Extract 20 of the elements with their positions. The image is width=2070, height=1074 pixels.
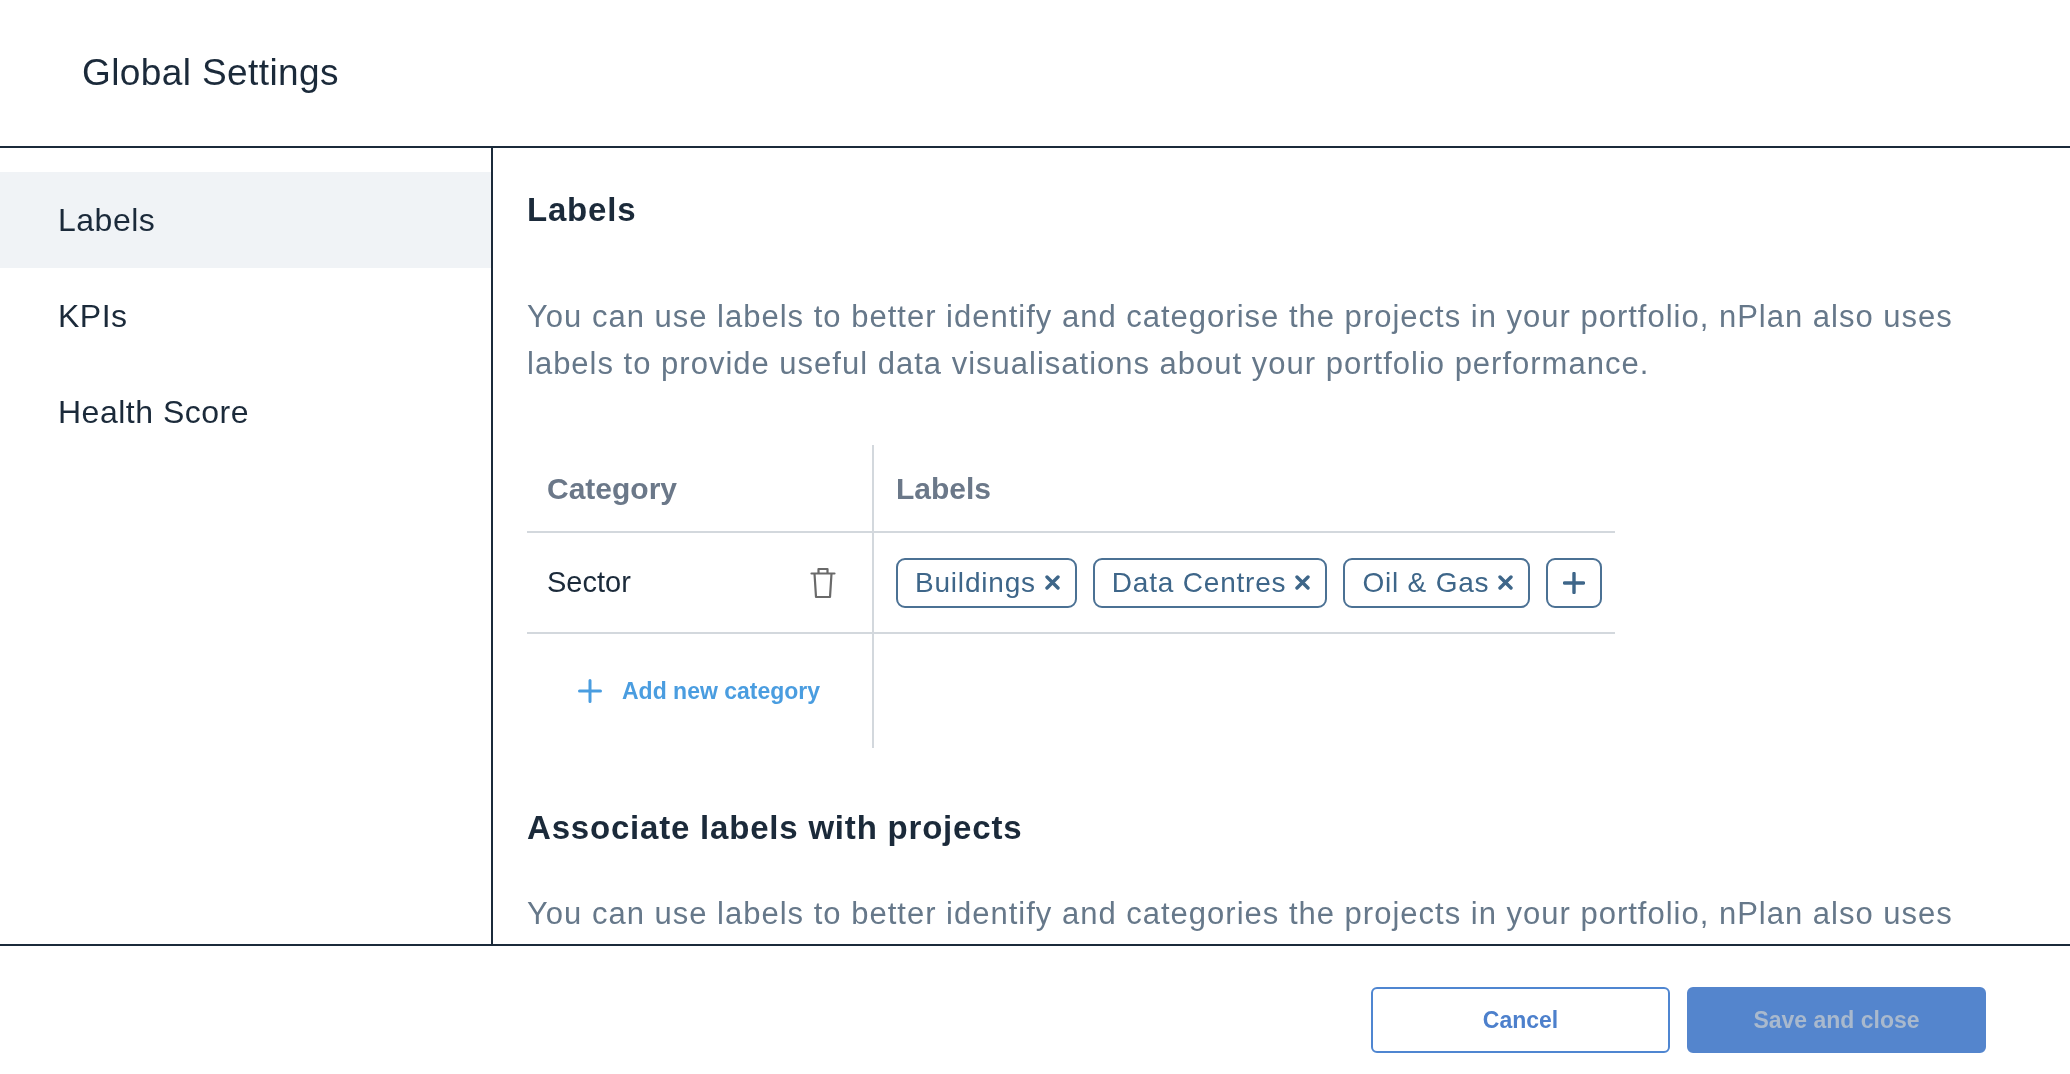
section-heading: Labels [527, 190, 638, 230]
close-icon[interactable] [1295, 575, 1311, 590]
close-icon[interactable] [1044, 575, 1060, 590]
close-icon[interactable] [1498, 575, 1514, 590]
label-chip[interactable]: Oil & Gas [1343, 557, 1531, 608]
section-description: You can use labels to better identify and categories the projects in your portfolio, nPlan also uses [527, 895, 1954, 933]
section-description: You can use labels to better identify and categorise the projects in your portfolio, nPlan also uses labels to provide useful data visualisations about your portfolio performance. [527, 298, 1954, 383]
trash-icon[interactable] [810, 566, 836, 599]
cancel-button[interactable]: Cancel [1371, 987, 1670, 1053]
add-label-button[interactable] [1546, 557, 1603, 608]
sidebar-item[interactable]: Labels [0, 172, 491, 268]
window-title: Global Settings [82, 51, 339, 96]
section-heading: Associate labels with projects [527, 808, 1024, 848]
category-name: Sector [547, 564, 631, 600]
label-chip[interactable]: Buildings [896, 557, 1077, 608]
column-header: Labels [896, 470, 992, 507]
label-chip[interactable]: Data Centres [1092, 557, 1328, 608]
column-header: Category [547, 470, 678, 507]
plus-icon [1563, 571, 1586, 594]
plus-icon [578, 679, 602, 703]
